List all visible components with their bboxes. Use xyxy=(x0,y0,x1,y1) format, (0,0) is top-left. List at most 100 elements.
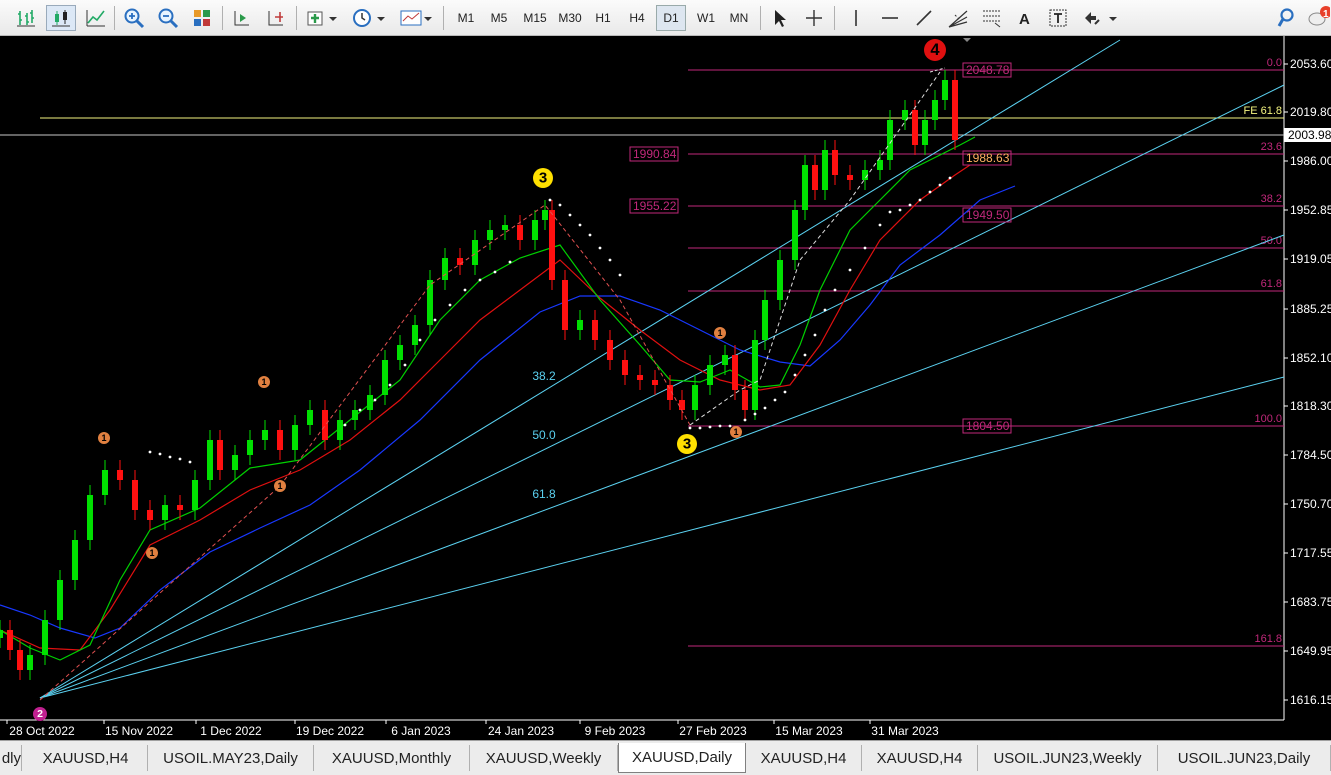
indicators-button[interactable] xyxy=(302,5,342,31)
chart-tab[interactable]: dly xyxy=(0,745,22,771)
text-button[interactable]: A xyxy=(1012,5,1038,31)
bearish-candle xyxy=(562,280,568,330)
chart-tab[interactable]: USOIL.JUN23,Weekly xyxy=(978,745,1158,771)
bullish-candle xyxy=(337,420,343,440)
price-box-label: 2048.78 xyxy=(966,63,1010,77)
parabolic-sar-dot xyxy=(608,258,612,262)
line-chart-button[interactable] xyxy=(82,5,110,31)
timeframe-h4[interactable]: H4 xyxy=(622,5,652,31)
price-box-label: 1990.84 xyxy=(633,147,677,161)
notification-badge: 1 xyxy=(1323,9,1329,20)
timeframe-mn[interactable]: MN xyxy=(724,5,754,31)
price-tick-label: 1818.30 xyxy=(1290,399,1331,413)
parabolic-sar-dot xyxy=(803,353,807,357)
fibonacci-retracement-button[interactable] xyxy=(978,5,1006,31)
chart-tab-active[interactable]: XAUUSD,Daily xyxy=(618,743,746,773)
date-tick-label: 15 Nov 2022 xyxy=(105,724,173,738)
bullish-candle xyxy=(72,540,78,580)
chart-canvas[interactable]: 2053.60 2019.80 1986.00 1952.85 1919.05 1885.… xyxy=(0,36,1331,740)
bullish-candle xyxy=(922,120,928,145)
price-tick-label: 1750.70 xyxy=(1290,497,1331,511)
bearish-candle xyxy=(607,340,613,360)
trendline-button[interactable] xyxy=(910,5,938,31)
bullish-candle xyxy=(307,410,313,425)
notification-button[interactable]: 1 xyxy=(1306,5,1331,31)
bearish-candle xyxy=(7,630,13,650)
fib-level-label: FE 61.8 xyxy=(1243,105,1282,117)
chart-tab[interactable]: XAUUSD,H4 xyxy=(862,745,978,771)
chart-tab[interactable]: USOIL.JUN23,Daily xyxy=(1158,745,1331,771)
zoom-in-button[interactable] xyxy=(120,5,148,31)
parabolic-sar-dot xyxy=(743,418,747,422)
horizontal-line-button[interactable] xyxy=(876,5,904,31)
parabolic-sar-dot xyxy=(793,373,797,377)
periodicity-button[interactable] xyxy=(348,5,390,31)
trendline-icon xyxy=(916,10,932,26)
candlestick-button[interactable] xyxy=(46,5,76,31)
parabolic-sar-dot xyxy=(403,363,407,367)
fib-level-label: 61.8 xyxy=(1261,278,1282,290)
chart-tab[interactable]: XAUUSD,H4 xyxy=(746,745,862,771)
parabolic-sar-dot xyxy=(548,198,552,202)
parabolic-sar-dot xyxy=(158,452,162,456)
timeframe-m5[interactable]: M5 xyxy=(484,5,514,31)
indicators-icon xyxy=(307,11,337,26)
parabolic-sar-dot xyxy=(888,210,892,214)
parabolic-sar-dot xyxy=(908,203,912,207)
parabolic-sar-dot xyxy=(813,333,817,337)
bar-chart-button[interactable] xyxy=(12,5,40,31)
tile-windows-button[interactable] xyxy=(188,5,216,31)
main-toolbar: M1 M5 M15 M30 H1 H4 D1 W1 MN A 1 xyxy=(0,0,1331,36)
zoom-in-icon xyxy=(124,8,145,29)
scroll-marker-icon xyxy=(963,38,971,42)
parabolic-sar-dot xyxy=(928,190,932,194)
bullish-candle xyxy=(722,355,728,365)
price-tick-label: 2019.80 xyxy=(1290,105,1331,119)
bearish-candle xyxy=(517,225,523,240)
minor-wave-number: 1 xyxy=(717,328,722,338)
chart-tab[interactable]: XAUUSD,Weekly xyxy=(470,745,618,771)
chart-shift-icon xyxy=(268,11,283,26)
timeframe-m15[interactable]: M15 xyxy=(518,5,552,31)
parabolic-sar-dot xyxy=(918,198,922,202)
date-tick-label: 15 Mar 2023 xyxy=(775,724,843,738)
crosshair-button[interactable] xyxy=(800,5,828,31)
text-label-button[interactable] xyxy=(1044,5,1072,31)
timeframe-d1[interactable]: D1 xyxy=(656,5,686,31)
fibonacci-fan-line xyxy=(39,84,1285,699)
bullish-candle xyxy=(57,580,63,620)
wave-label-number: 4 xyxy=(930,41,940,59)
parabolic-sar-dot xyxy=(773,398,777,402)
minor-wave-number: 1 xyxy=(149,548,154,558)
fibonacci-fan-button[interactable] xyxy=(944,5,972,31)
price-chart[interactable]: 2053.60 2019.80 1986.00 1952.85 1919.05 1885.… xyxy=(0,36,1331,740)
timeframe-h1[interactable]: H1 xyxy=(588,5,618,31)
autoscroll-icon xyxy=(234,11,249,26)
minor-wave-number: 1 xyxy=(101,433,106,443)
parabolic-sar-dot xyxy=(148,450,152,454)
bullish-candle xyxy=(822,150,828,190)
parabolic-sar-dot xyxy=(418,338,422,342)
templates-button[interactable] xyxy=(396,5,436,31)
autoscroll-button[interactable] xyxy=(228,5,256,31)
arrows-button[interactable] xyxy=(1078,5,1122,31)
bullish-candle xyxy=(692,385,698,410)
chart-tab[interactable]: USOIL.MAY23,Daily xyxy=(148,745,314,771)
zoom-out-button[interactable] xyxy=(154,5,182,31)
parabolic-sar-dot xyxy=(783,390,787,394)
parabolic-sar-dot xyxy=(373,398,377,402)
search-button[interactable] xyxy=(1274,5,1302,31)
price-tick-label: 1616.15 xyxy=(1290,693,1331,707)
bearish-candle xyxy=(622,360,628,375)
chart-tab[interactable]: XAUUSD,H4 xyxy=(24,745,148,771)
parabolic-sar-dot xyxy=(448,303,452,307)
cursor-button[interactable] xyxy=(766,5,794,31)
vertical-line-button[interactable] xyxy=(842,5,870,31)
timeframe-m30[interactable]: M30 xyxy=(553,5,587,31)
timeframe-m1[interactable]: M1 xyxy=(452,5,480,31)
fib-level-label: 23.6 xyxy=(1261,141,1282,153)
bearish-candle xyxy=(147,510,153,520)
chart-shift-button[interactable] xyxy=(262,5,290,31)
chart-tab[interactable]: XAUUSD,Monthly xyxy=(314,745,470,771)
timeframe-w1[interactable]: W1 xyxy=(690,5,722,31)
